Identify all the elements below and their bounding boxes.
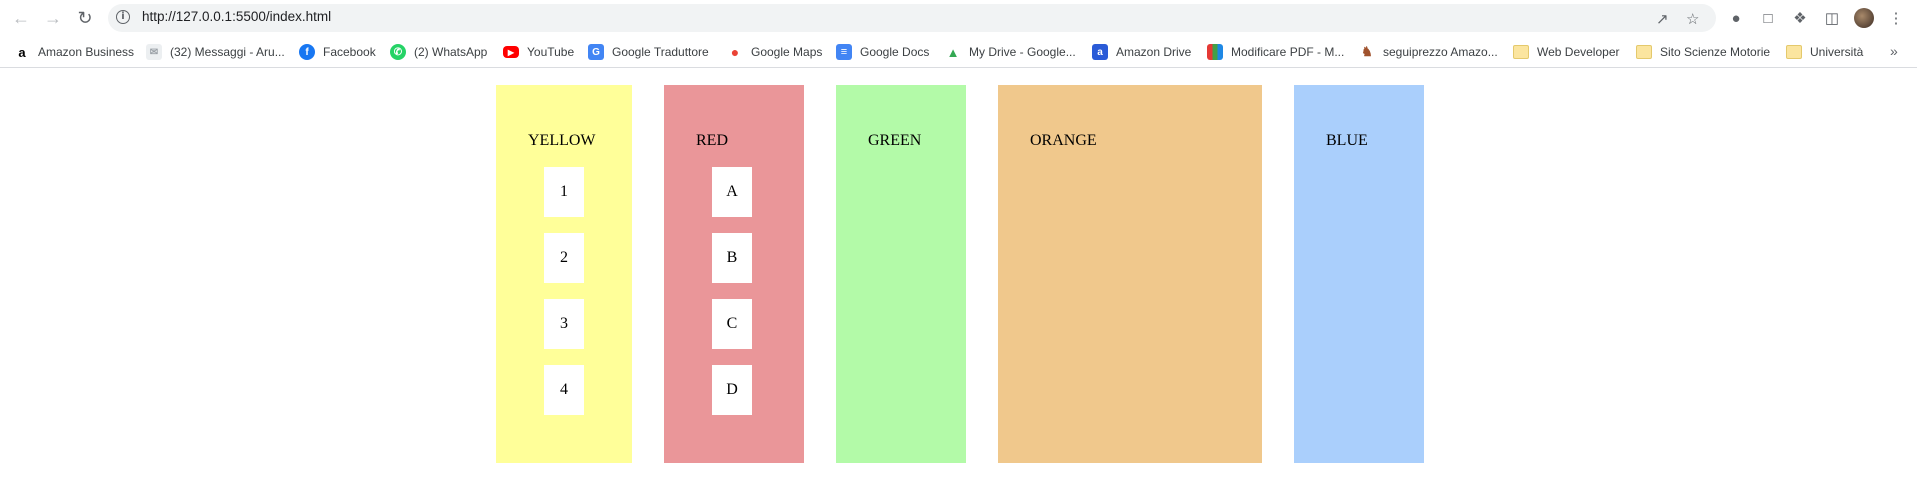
bookmark-amazon-business[interactable]: a Amazon Business (14, 43, 134, 61)
more-menu-icon[interactable]: ⋮ (1884, 6, 1908, 30)
bookmark-youtube[interactable]: ▶ YouTube (503, 43, 574, 61)
url-text[interactable]: http://127.0.0.1:5500/index.html (142, 9, 331, 24)
bookmark-whatsapp[interactable]: ✆ (2) WhatsApp (390, 43, 487, 61)
bookmark-label: Amazon Drive (1116, 45, 1192, 59)
draggable-item[interactable]: B (712, 233, 752, 283)
bookmark-label: Sito Scienze Motorie (1660, 45, 1771, 59)
google-maps-icon: ● (727, 44, 743, 60)
column-orange[interactable]: ORANGE (998, 85, 1262, 463)
bookmarks-bar: a Amazon Business ✉ (32) Messaggi - Aru.… (0, 36, 1917, 68)
bookmark-google-drive[interactable]: ▲ My Drive - Google... (945, 43, 1076, 61)
bookmark-label: Web Developer (1537, 45, 1620, 59)
bookmark-star-icon[interactable]: ☆ (1686, 10, 1699, 28)
extensions-puzzle-icon[interactable]: ❖ (1788, 6, 1812, 30)
bookmark-aruba-messages[interactable]: ✉ (32) Messaggi - Aru... (146, 43, 285, 61)
share-icon[interactable]: ↗ (1656, 10, 1669, 28)
pdf-icon (1207, 44, 1223, 60)
seguiprezzo-icon: ♞ (1359, 44, 1375, 60)
bookmark-modify-pdf[interactable]: Modificare PDF - M... (1207, 43, 1344, 61)
address-bar[interactable]: i http://127.0.0.1:5500/index.html ↗ ☆ (108, 4, 1716, 32)
youtube-icon: ▶ (503, 46, 519, 58)
google-drive-icon: ▲ (945, 44, 961, 60)
column-title: ORANGE (1030, 132, 1097, 149)
side-panel-icon[interactable]: ◫ (1820, 6, 1844, 30)
draggable-item[interactable]: A (712, 167, 752, 217)
bookmark-google-translate[interactable]: G Google Traduttore (588, 43, 709, 61)
bookmark-label: Facebook (323, 45, 376, 59)
amazon-icon: a (14, 44, 30, 60)
aruba-icon: ✉ (146, 44, 162, 60)
bookmark-label: Google Maps (751, 45, 823, 59)
column-red[interactable]: RED A B C D (664, 85, 804, 463)
draggable-item[interactable]: 4 (544, 365, 584, 415)
bookmark-google-docs[interactable]: ≡ Google Docs (836, 43, 929, 61)
bookmark-facebook[interactable]: f Facebook (299, 43, 376, 61)
bookmark-folder-scienze-motorie[interactable]: Sito Scienze Motorie (1636, 43, 1770, 61)
bookmark-label: (2) WhatsApp (414, 45, 488, 59)
draggable-item[interactable]: C (712, 299, 752, 349)
column-title: GREEN (868, 132, 922, 149)
bookmark-google-maps[interactable]: ● Google Maps (727, 43, 822, 61)
draggable-item[interactable]: D (712, 365, 752, 415)
draggable-item[interactable]: 1 (544, 167, 584, 217)
reload-icon[interactable]: ↻ (73, 6, 97, 30)
bookmark-label: My Drive - Google... (969, 45, 1076, 59)
back-arrow-icon[interactable]: ← (9, 6, 33, 30)
bookmark-label: YouTube (527, 45, 575, 59)
bookmark-seguiprezzo[interactable]: ♞ seguiprezzo Amazo... (1359, 43, 1498, 61)
bookmark-label: seguiprezzo Amazo... (1383, 45, 1498, 59)
bookmark-label: Modificare PDF - M... (1231, 45, 1345, 59)
bookmark-label: (32) Messaggi - Aru... (170, 45, 285, 59)
amazon-drive-icon: a (1092, 44, 1108, 60)
bookmark-label: Google Traduttore (612, 45, 709, 59)
profile-avatar[interactable] (1854, 8, 1874, 28)
google-translate-icon: G (588, 44, 604, 60)
bookmark-label: Università (1810, 45, 1864, 59)
folder-icon (1513, 45, 1529, 59)
site-info-icon[interactable]: i (116, 10, 130, 24)
extension-square-icon[interactable]: □ (1756, 6, 1780, 30)
folder-icon (1636, 45, 1652, 59)
draggable-item[interactable]: 3 (544, 299, 584, 349)
forward-arrow-icon[interactable]: → (41, 6, 65, 30)
bookmark-label: Google Docs (860, 45, 930, 59)
column-title: BLUE (1326, 132, 1368, 149)
extension-icon[interactable]: ● (1724, 6, 1748, 30)
whatsapp-icon: ✆ (390, 44, 406, 60)
browser-toolbar: ← → ↻ i http://127.0.0.1:5500/index.html… (0, 0, 1917, 36)
bookmark-folder-web-developer[interactable]: Web Developer (1513, 43, 1620, 61)
column-title: RED (696, 132, 728, 149)
bookmark-folder-universita[interactable]: Università (1786, 43, 1863, 61)
facebook-icon: f (299, 44, 315, 60)
column-green[interactable]: GREEN (836, 85, 966, 463)
draggable-item[interactable]: 2 (544, 233, 584, 283)
column-title: YELLOW (528, 132, 596, 149)
column-yellow[interactable]: YELLOW 1 2 3 4 (496, 85, 632, 463)
google-docs-icon: ≡ (836, 44, 852, 60)
column-blue[interactable]: BLUE (1294, 85, 1424, 463)
folder-icon (1786, 45, 1802, 59)
bookmark-amazon-drive[interactable]: a Amazon Drive (1092, 43, 1191, 61)
bookmarks-overflow-icon[interactable]: » (1890, 43, 1898, 59)
bookmark-label: Amazon Business (38, 45, 135, 59)
